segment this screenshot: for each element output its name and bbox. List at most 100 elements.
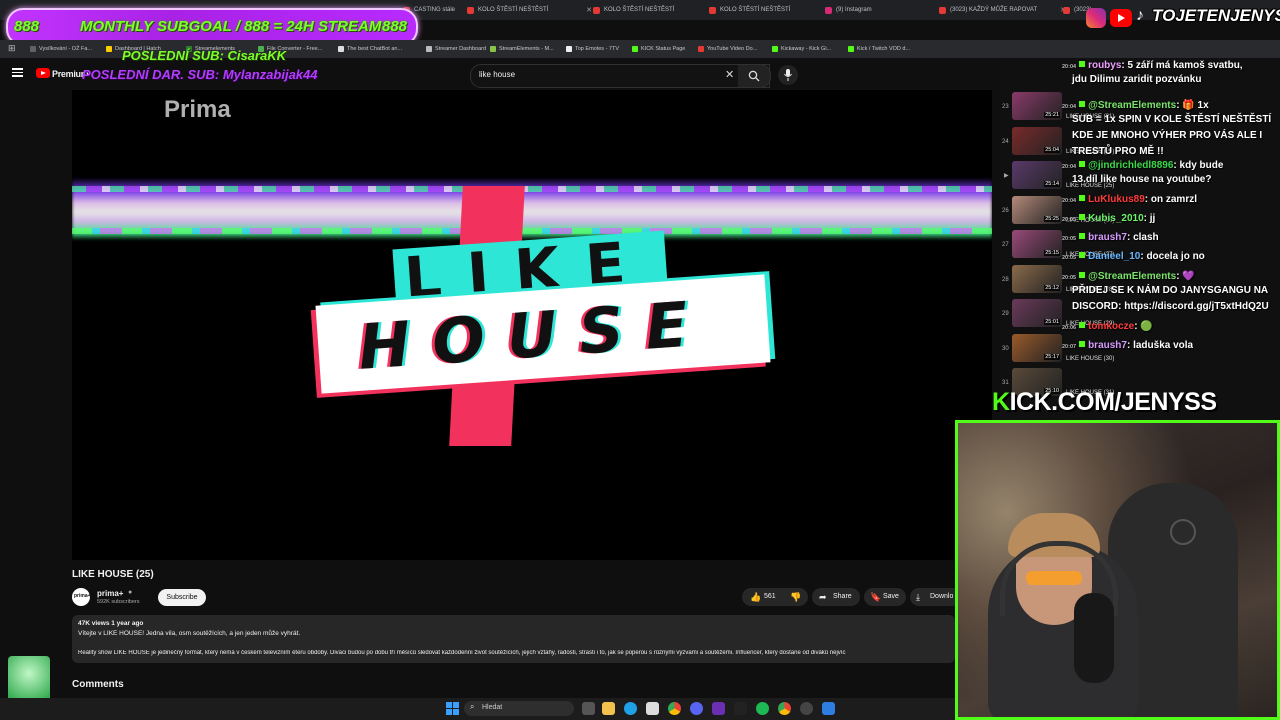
app-icon[interactable] — [822, 702, 835, 715]
chat-username[interactable]: @StreamElements — [1088, 100, 1176, 111]
bookmark-item[interactable]: Vysílkování - OŽ Fa... — [30, 40, 92, 58]
chat-username[interactable]: @jindrichledl8896 — [1088, 160, 1173, 171]
chat-timestamp: 20:05 — [1062, 255, 1077, 261]
edge-icon[interactable] — [624, 702, 637, 715]
app-icon[interactable] — [712, 702, 725, 715]
search-box[interactable]: like house ✕ — [470, 64, 770, 88]
chat-text-continued: KDE JE MNOHO VÝHER PRO VÁS ALE I — [1072, 130, 1263, 141]
description-box[interactable]: 47K views 1 year ago Vítejte v LIKE HOUS… — [72, 615, 955, 663]
bookmark-item[interactable]: Streamer Dashboard — [426, 40, 486, 58]
youtube-logo-icon[interactable] — [36, 68, 50, 78]
description-line: Reality show LIKE HOUSE je jedinečný for… — [78, 650, 846, 656]
like-count[interactable]: 561 — [764, 588, 776, 606]
bookmark-favicon-icon — [848, 46, 854, 52]
bookmark-item[interactable]: YouTube Video Do... — [698, 40, 757, 58]
voice-search-button[interactable] — [778, 65, 798, 85]
chat-message: 20:04 roubys: 5 září má kamoš svatbu, — [1062, 60, 1243, 73]
chat-username[interactable]: braush7 — [1088, 232, 1127, 243]
bookmark-item[interactable]: Top Emotes - 7TV — [566, 40, 619, 58]
taskbar-search[interactable]: ⌕ Hledat — [464, 701, 574, 716]
apps-grid-icon[interactable]: ⊞ — [8, 43, 16, 54]
share-button[interactable]: ➦ Share — [812, 588, 860, 606]
playlist-thumbnail[interactable]: 25:21 — [1012, 92, 1062, 120]
thumbs-up-icon[interactable]: 👍 — [750, 588, 761, 606]
video-player[interactable]: Prima LIKE HOUSE — [72, 90, 992, 560]
store-icon[interactable] — [646, 702, 659, 715]
badge-icon — [1079, 233, 1086, 239]
description-line: Vítejte v LIKE HOUSE! Jedna vila, osm so… — [78, 630, 301, 637]
spotify-icon[interactable] — [756, 702, 769, 715]
file-explorer-icon[interactable] — [602, 702, 615, 715]
obs-icon[interactable] — [800, 702, 813, 715]
bookmark-item[interactable]: Kick / Twitch VOD d... — [848, 40, 910, 58]
clear-search-icon[interactable]: ✕ — [725, 68, 734, 81]
browser-tab[interactable]: KOLO ŠTĚSTÍ NEŠTĚSTÍ✕ — [464, 2, 594, 19]
share-label: Share — [833, 593, 852, 600]
bookmark-item[interactable]: Kickaway - Kick Gi... — [772, 40, 831, 58]
subscriber-count: 592K subscribers — [97, 599, 140, 605]
goal-text: MONTHLY SUBGOAL / 888 = 24H STREAM — [80, 18, 382, 35]
chat-timestamp: 20:07 — [1062, 344, 1077, 350]
browser-tab[interactable]: KOLO ŠTĚSTÍ NEŠTĚSTÍ✕ — [590, 2, 716, 19]
channel-avatar[interactable]: prima+ — [72, 588, 91, 606]
chat-text: : 5 září má kamoš svatbu, — [1121, 60, 1243, 71]
chat-username[interactable]: @StreamElements — [1088, 271, 1176, 282]
download-button[interactable]: ⤓ Downlo — [910, 588, 955, 606]
subscribe-button[interactable]: Subscribe — [158, 589, 206, 606]
bookmark-icon: 🔖 — [870, 592, 882, 602]
discord-icon[interactable] — [690, 702, 703, 715]
playlist-index: 26 — [1002, 207, 1009, 214]
playlist-index: 24 — [1002, 138, 1009, 145]
youtube-icon — [1110, 9, 1132, 27]
chat-username[interactable]: Danieel_10 — [1088, 251, 1140, 262]
bookmark-favicon-icon — [338, 46, 344, 52]
browser-tab[interactable]: KOLO ŠTĚSTÍ NEŠTĚSTÍ✕ — [706, 2, 832, 19]
chat-username[interactable]: Kubis_2010 — [1088, 213, 1144, 224]
playlist-title[interactable]: LIKE HOUSE (30) — [1066, 356, 1114, 362]
video-duration: 25:14 — [1044, 181, 1060, 187]
search-button[interactable] — [738, 64, 771, 88]
bookmark-item[interactable]: StreamElements - M... — [490, 40, 554, 58]
bookmark-label: Kick / Twitch VOD d... — [857, 46, 911, 52]
comments-heading: Comments — [72, 679, 124, 690]
chat-username[interactable]: LuKlukus89 — [1088, 194, 1145, 205]
bookmark-favicon-icon — [426, 46, 432, 52]
playlist-thumbnail[interactable]: 25:17 — [1012, 333, 1062, 362]
tab-label: (9) Instagram — [836, 7, 872, 13]
bookmark-item[interactable]: The best ChatBot an... — [338, 40, 402, 58]
webcam-feed — [955, 420, 1280, 720]
playlist-thumbnail[interactable]: 25:14 — [1012, 161, 1062, 189]
chrome-icon[interactable] — [778, 702, 791, 715]
app-icon[interactable] — [734, 702, 747, 715]
chrome-icon[interactable] — [668, 702, 681, 715]
video-duration: 25:01 — [1044, 319, 1060, 325]
thumbs-down-icon[interactable]: 👎 — [790, 588, 801, 606]
playlist-thumbnail[interactable]: 25:25 — [1012, 195, 1062, 224]
chat-text-continued: TRESTŮ PRO MĚ !! — [1072, 146, 1164, 157]
search-input[interactable]: like house — [479, 70, 515, 79]
playlist-thumbnail[interactable]: 25:15 — [1012, 230, 1062, 258]
save-button[interactable]: 🔖 Save — [864, 588, 906, 606]
browser-tab[interactable]: (3023) KAŽDÝ MŮŽE RAPOVAT✕ — [936, 2, 1068, 19]
chat-text: : laduška vola — [1126, 340, 1194, 351]
task-view-icon[interactable] — [582, 702, 595, 715]
playlist-thumbnail[interactable]: 25:01 — [1012, 299, 1062, 327]
browser-tab[interactable]: (9) Instagram✕ — [822, 2, 946, 19]
chat-username[interactable]: braush7 — [1088, 340, 1127, 351]
chat-text-continued: 13.díl like house na youtube? — [1072, 174, 1212, 185]
views-date: 47K views 1 year ago — [78, 620, 144, 627]
start-menu-icon[interactable] — [446, 702, 459, 715]
menu-icon[interactable] — [12, 68, 23, 77]
chat-username[interactable]: roubys — [1088, 60, 1121, 71]
tab-label: CASTING stále — [414, 7, 456, 13]
playlist-index: 29 — [1002, 311, 1009, 317]
playlist-thumbnail[interactable]: 25:12 — [1012, 264, 1062, 293]
chat-timestamp: 20:05 — [1062, 217, 1077, 223]
chat-timestamp: 20:04 — [1062, 64, 1077, 70]
channel-name[interactable]: prima+ — [97, 589, 123, 598]
chat-message: 20:04 @jindrichledl8896: kdy bude — [1062, 160, 1223, 173]
playlist-thumbnail[interactable]: 25:04 — [1012, 126, 1062, 155]
bookmark-item[interactable]: KICK Status Page — [632, 40, 685, 58]
playlist-index: 23 — [1002, 104, 1009, 110]
chat-username[interactable]: tomkocze — [1088, 321, 1134, 332]
